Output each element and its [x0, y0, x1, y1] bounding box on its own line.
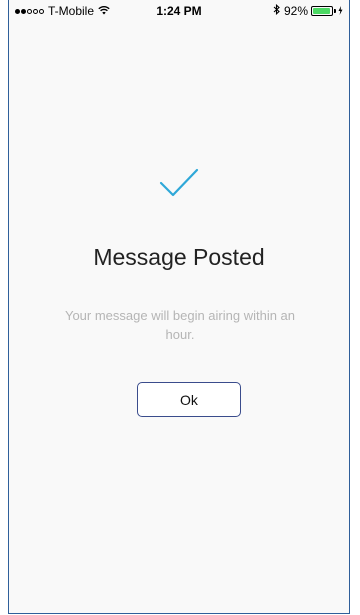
battery-percent: 92% — [283, 4, 308, 18]
battery-fill — [313, 8, 330, 14]
dialog-message: Your message will begin airing within an… — [64, 308, 296, 342]
battery-body — [311, 6, 333, 16]
ok-button[interactable]: Ok — [137, 382, 241, 417]
checkmark-icon — [9, 168, 349, 203]
status-right: 92% — [273, 3, 343, 18]
battery-icon — [311, 6, 336, 16]
bluetooth-icon — [273, 3, 280, 18]
status-bar: T-Mobile 1:24 PM 92% — [9, 0, 349, 20]
battery-tip — [334, 9, 336, 13]
dialog-title: Message Posted — [93, 244, 265, 270]
phone-screen: T-Mobile 1:24 PM 92% Message Posted Your… — [8, 0, 350, 614]
charging-icon — [338, 4, 343, 18]
